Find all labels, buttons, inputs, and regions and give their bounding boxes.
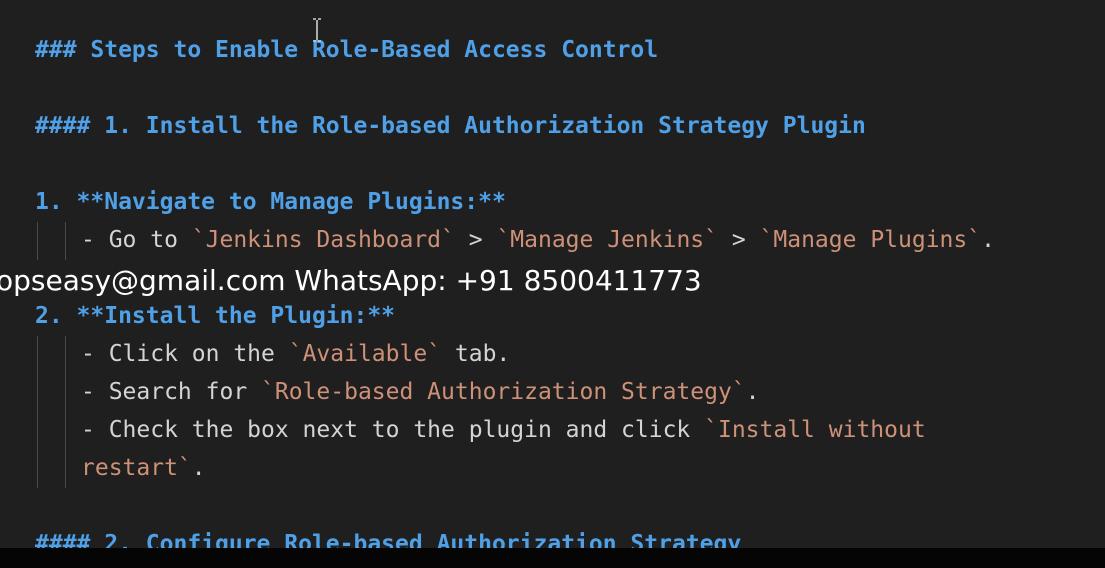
indent-guide bbox=[65, 336, 66, 488]
text-span: - Click on the bbox=[81, 341, 289, 367]
indent-guide bbox=[37, 222, 38, 260]
text-span: - Go to bbox=[81, 227, 192, 253]
bold-label: **Navigate to Manage Plugins:** bbox=[76, 189, 506, 215]
text-span: > bbox=[454, 227, 497, 253]
inline-code: `Jenkins Dashboard` bbox=[191, 227, 455, 253]
sub-item-search: - Search for `Role-based Authorization S… bbox=[81, 373, 760, 411]
text-span: . bbox=[191, 455, 206, 481]
sub-item-check-box: - Check the box next to the plugin and c… bbox=[81, 411, 926, 449]
sub-item-check-box-wrap: restart`. bbox=[81, 449, 206, 487]
text-span: - Search for bbox=[81, 379, 262, 405]
inline-code: `Manage Plugins` bbox=[759, 227, 982, 253]
text-span: . bbox=[745, 379, 760, 405]
inline-code: `Role-based Authorization Strategy` bbox=[261, 379, 746, 405]
indent-guide bbox=[65, 222, 66, 260]
heading-line-steps: ### Steps to Enable Role-Based Access Co… bbox=[35, 37, 659, 63]
heading-line-configure: #### 2. Configure Role-based Authorizati… bbox=[35, 531, 742, 548]
heading-line-install: #### 1. Install the Role-based Authoriza… bbox=[35, 113, 866, 139]
list-item-install-plugin: 2. **Install the Plugin:** bbox=[35, 297, 395, 335]
bold-label: **Install the Plugin:** bbox=[76, 303, 396, 329]
text-span: tab. bbox=[441, 341, 511, 367]
inline-code: `Available` bbox=[288, 341, 442, 367]
text-span: > bbox=[718, 227, 760, 253]
list-number: 1. bbox=[35, 189, 77, 215]
inline-code: restart` bbox=[81, 455, 192, 481]
sub-item-go-to: - Go to `Jenkins Dashboard` > `Manage Je… bbox=[81, 221, 995, 259]
text-cursor-icon bbox=[313, 18, 321, 42]
inline-code: `Manage Jenkins` bbox=[496, 227, 718, 253]
bottom-bar bbox=[0, 548, 1105, 568]
text-span: - Check the box next to the plugin and c… bbox=[81, 417, 705, 443]
indent-guide bbox=[37, 336, 38, 488]
sub-item-click-available: - Click on the `Available` tab. bbox=[81, 335, 510, 373]
list-number: 2. bbox=[35, 303, 77, 329]
inline-code: `Install without bbox=[704, 417, 926, 443]
watermark-contact-text: opseasy@gmail.com WhatsApp: +91 85004117… bbox=[0, 264, 702, 297]
list-item-navigate: 1. **Navigate to Manage Plugins:** bbox=[35, 183, 506, 221]
text-span: . bbox=[981, 227, 995, 253]
